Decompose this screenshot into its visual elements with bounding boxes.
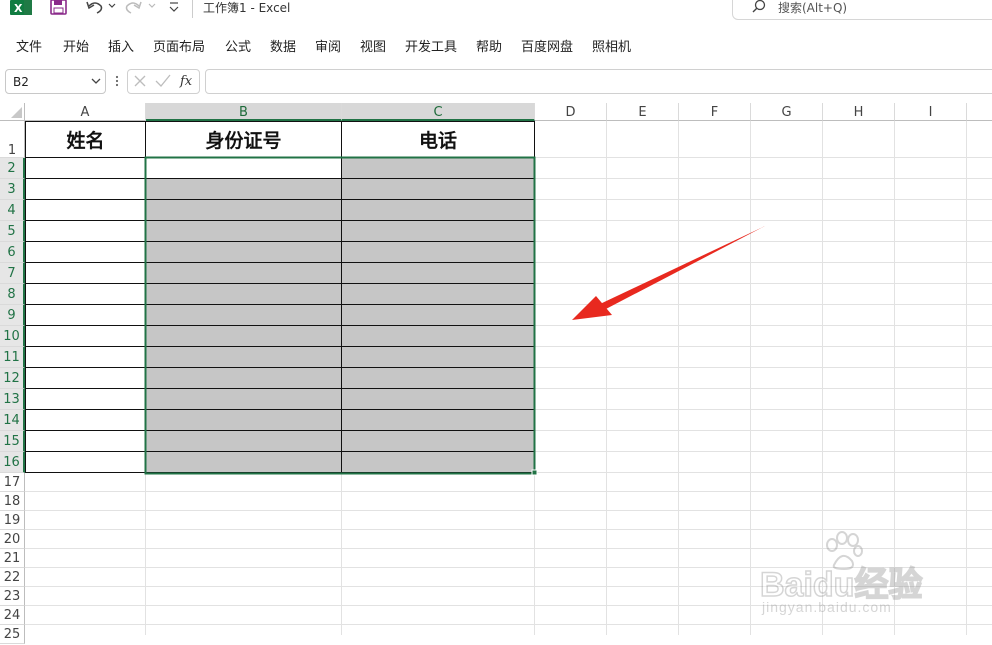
search-placeholder[interactable]: 搜索(Alt+Q) bbox=[778, 0, 847, 16]
tab-help[interactable]: 帮助 bbox=[476, 36, 502, 55]
search-icon bbox=[752, 0, 766, 13]
customize-toolbar-icon[interactable] bbox=[168, 0, 180, 16]
cancel-icon[interactable] bbox=[133, 74, 147, 88]
name-box-value: B2 bbox=[13, 75, 29, 89]
search-box[interactable] bbox=[732, 0, 992, 20]
header-cell-phone[interactable]: 电话 bbox=[342, 122, 534, 157]
ribbon-tabs: 文件 开始 插入 页面布局 公式 数据 审阅 视图 开发工具 帮助 百度网盘 照… bbox=[0, 30, 992, 58]
insert-function-icon[interactable]: fx bbox=[179, 72, 197, 90]
tab-page-layout[interactable]: 页面布局 bbox=[153, 36, 205, 55]
tab-file[interactable]: 文件 bbox=[16, 36, 42, 55]
tab-developer[interactable]: 开发工具 bbox=[405, 36, 457, 55]
undo-icon[interactable] bbox=[85, 0, 119, 16]
header-cell-name[interactable]: 姓名 bbox=[26, 122, 145, 157]
tab-camera[interactable]: 照相机 bbox=[592, 36, 631, 55]
chevron-down-icon[interactable] bbox=[90, 74, 102, 88]
formula-bar: B2 fx bbox=[0, 68, 992, 96]
worksheet-grid[interactable]: A B C D E F G H I 1 2 3 4 5 6 7 8 9 10 1… bbox=[0, 103, 992, 644]
enter-icon[interactable] bbox=[155, 74, 171, 88]
save-icon[interactable] bbox=[50, 0, 68, 16]
excel-logo-icon: X bbox=[10, 0, 32, 15]
watermark-url: jingyan.baidu.com bbox=[762, 599, 892, 615]
more-options-icon[interactable] bbox=[114, 75, 120, 89]
tab-view[interactable]: 视图 bbox=[360, 36, 386, 55]
tab-baidu-netdisk[interactable]: 百度网盘 bbox=[521, 36, 573, 55]
formula-input[interactable] bbox=[205, 69, 992, 94]
redo-icon[interactable] bbox=[125, 0, 159, 16]
title-bar: X 工作簿1 - Excel 搜索(Alt+Q) bbox=[0, 0, 992, 20]
tab-data[interactable]: 数据 bbox=[270, 36, 296, 55]
baidu-watermark: Baidu经验 jingyan.baidu.com bbox=[759, 531, 960, 621]
document-title: 工作簿1 - Excel bbox=[203, 1, 291, 15]
tab-review[interactable]: 审阅 bbox=[315, 36, 341, 55]
tab-formulas[interactable]: 公式 bbox=[225, 36, 251, 55]
tab-home[interactable]: 开始 bbox=[63, 36, 89, 55]
svg-text:fx: fx bbox=[179, 74, 193, 89]
formula-buttons: fx bbox=[127, 69, 200, 94]
tab-insert[interactable]: 插入 bbox=[108, 36, 134, 55]
svg-text:X: X bbox=[14, 2, 23, 15]
name-box[interactable]: B2 bbox=[5, 69, 106, 94]
title-divider bbox=[192, 0, 193, 18]
annotation-arrow-icon bbox=[572, 226, 765, 320]
header-cell-id-number[interactable]: 身份证号 bbox=[146, 122, 341, 157]
